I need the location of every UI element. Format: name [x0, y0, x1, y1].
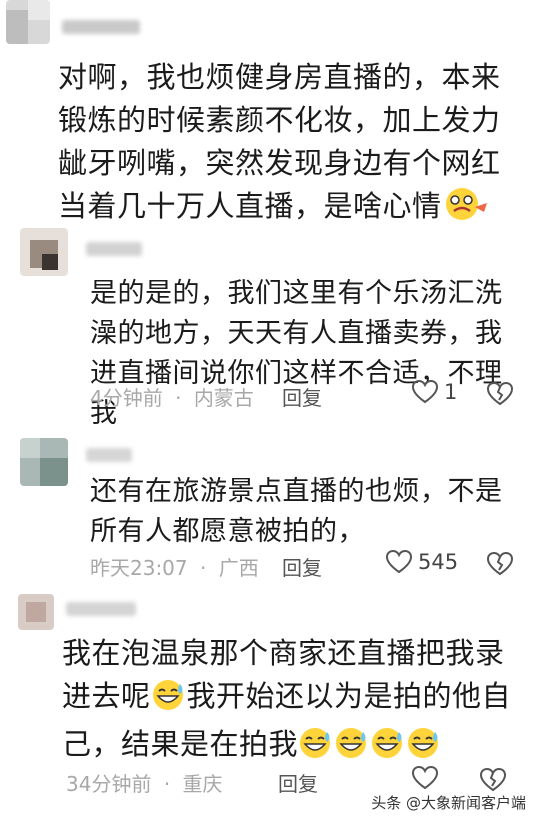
username[interactable]	[86, 448, 132, 462]
comment-text: 我在泡温泉那个商家还直播把我录进去呢 我开始还以为是拍的他自己，结果是在拍我	[62, 632, 512, 771]
grinning-sweat-emoji-icon	[370, 727, 406, 771]
separator: ·	[163, 772, 171, 796]
dislike-button[interactable]	[486, 551, 514, 580]
timestamp: 4分钟前	[90, 386, 163, 410]
grinning-sweat-emoji-icon	[298, 727, 334, 771]
like-count: 1	[444, 380, 458, 404]
comment-text: 对啊，我也烦健身房直播的，本来锻炼的时候素颜不化妆，加上发力龇牙咧嘴，突然发现身…	[58, 60, 501, 223]
reply-button[interactable]: 回复	[282, 552, 322, 581]
username[interactable]	[62, 20, 140, 34]
heart-icon	[412, 766, 438, 790]
separator: ·	[175, 386, 182, 410]
avatar[interactable]	[20, 228, 68, 276]
watermark: 头条 @大象新闻客户端	[371, 794, 526, 812]
dislike-button[interactable]	[486, 381, 514, 410]
timestamp: 34分钟前	[66, 772, 152, 796]
separator: ·	[200, 556, 207, 580]
username[interactable]	[86, 242, 142, 256]
timestamp: 昨天23:07	[90, 556, 188, 580]
heart-icon	[386, 550, 412, 574]
broken-heart-icon	[479, 767, 507, 792]
comment-meta: 昨天23:07 · 广西	[90, 552, 259, 581]
broken-heart-icon	[486, 381, 514, 406]
broken-heart-icon	[486, 551, 514, 576]
like-button[interactable]: 1	[412, 380, 457, 404]
like-count: 545	[418, 550, 459, 574]
location: 内蒙古	[193, 386, 254, 410]
username[interactable]	[66, 602, 136, 616]
location: 广西	[218, 556, 259, 580]
avatar[interactable]	[18, 594, 54, 630]
heart-icon	[412, 380, 438, 404]
like-button[interactable]: 545	[386, 550, 458, 574]
like-button[interactable]	[412, 766, 438, 790]
grinning-sweat-emoji-icon	[151, 679, 187, 723]
comment-meta: 34分钟前 · 重庆	[66, 768, 223, 797]
avatar[interactable]	[20, 438, 68, 486]
location: 重庆	[182, 772, 223, 796]
avatar[interactable]	[6, 0, 50, 44]
comment-meta: 4分钟前 · 内蒙古	[90, 382, 254, 411]
reply-button[interactable]: 回复	[278, 768, 318, 797]
grinning-sweat-emoji-icon	[334, 727, 370, 771]
dizzy-face-emoji-icon	[445, 188, 487, 220]
grinning-sweat-emoji-icon	[406, 727, 442, 771]
comment-text: 还有在旅游景点直播的也烦，不是所有人都愿意被拍的，	[90, 476, 503, 547]
reply-button[interactable]: 回复	[282, 382, 322, 411]
